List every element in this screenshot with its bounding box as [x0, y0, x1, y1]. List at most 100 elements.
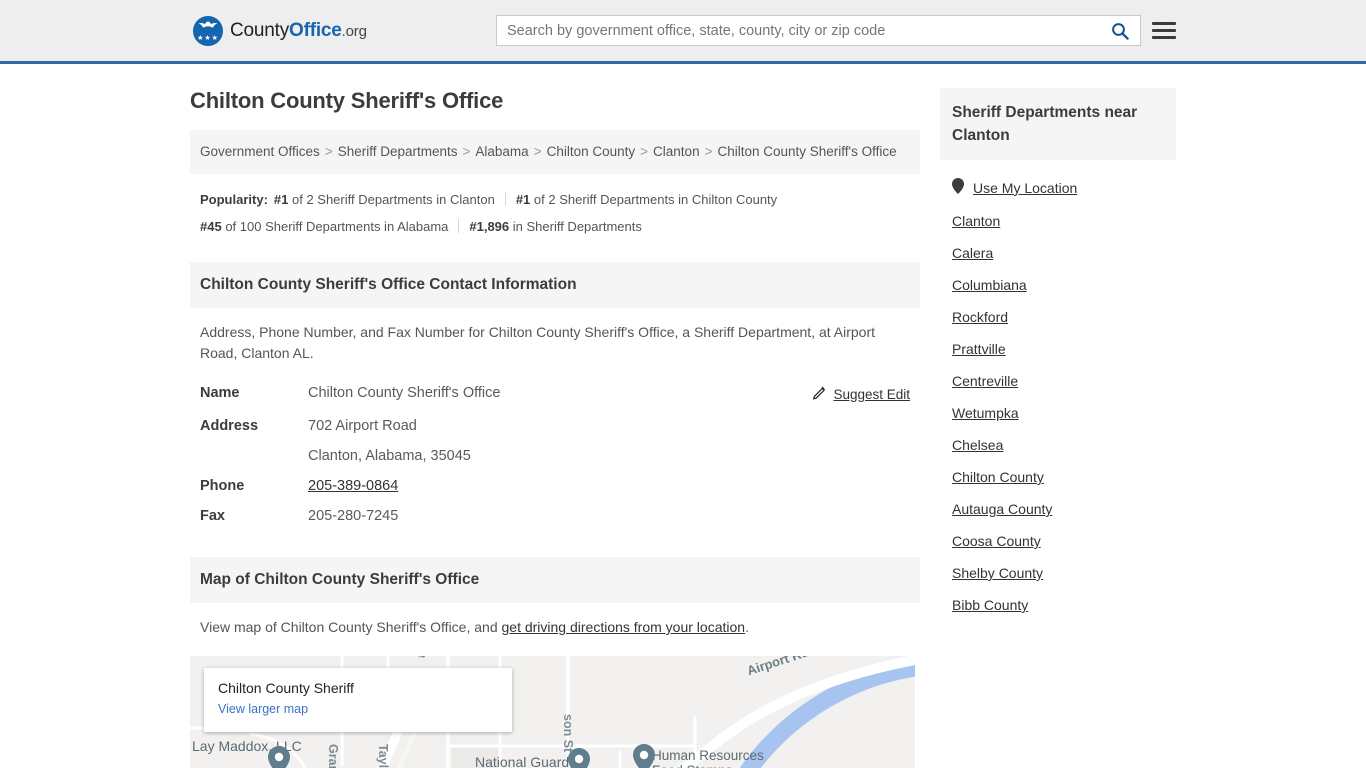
- hamburger-menu-icon[interactable]: [1152, 22, 1176, 39]
- sidebar-link[interactable]: Prattville: [952, 341, 1006, 357]
- info-window-title: Chilton County Sheriff: [218, 680, 354, 696]
- countyoffice-logo-icon: ★★★: [193, 15, 223, 46]
- table-row: Name Chilton County Sheriff's Office Sug…: [190, 378, 920, 411]
- map-pin[interactable]: [568, 748, 590, 768]
- contact-details-table: Name Chilton County Sheriff's Office Sug…: [190, 378, 920, 531]
- map-label-grant-st: Grant St: [326, 744, 340, 768]
- sidebar-list: Use My Location Clanton Calera Columbian…: [940, 160, 1176, 621]
- map-pin[interactable]: [268, 746, 290, 768]
- sidebar-link[interactable]: Coosa County: [952, 533, 1041, 549]
- popularity-label: Popularity:: [200, 192, 268, 207]
- popularity-section: Popularity: #1 of 2 Sheriff Departments i…: [190, 174, 920, 244]
- search-bar: [496, 15, 1141, 46]
- phone-link[interactable]: 205-389-0864: [308, 478, 398, 494]
- row-label-blank: [190, 441, 298, 471]
- sidebar-item-columbiana[interactable]: Columbiana: [940, 269, 1176, 301]
- sidebar-item-prattville[interactable]: Prattville: [940, 333, 1176, 365]
- popularity-rank: #1,896: [469, 219, 510, 234]
- hamburger-bar: [1152, 36, 1176, 39]
- sidebar-item-coosa-county[interactable]: Coosa County: [940, 525, 1176, 557]
- popularity-rank: #45: [200, 219, 222, 234]
- sidebar-link[interactable]: Calera: [952, 245, 993, 261]
- popularity-item-clanton: #1 of 2 Sheriff Departments in Clanton: [274, 192, 495, 207]
- breadcrumb-item-alabama[interactable]: Alabama: [475, 144, 528, 159]
- edit-pencil-icon: [812, 385, 827, 404]
- popularity-divider: [504, 192, 506, 206]
- hamburger-bar: [1152, 29, 1176, 32]
- use-my-location-link[interactable]: Use My Location: [973, 180, 1077, 196]
- breadcrumb-item-current[interactable]: Chilton County Sheriff's Office: [717, 144, 896, 159]
- breadcrumb-item-chilton-county[interactable]: Chilton County: [547, 144, 636, 159]
- sidebar-link[interactable]: Columbiana: [952, 277, 1027, 293]
- map-embed[interactable]: Chilton County Sheriff View larger map a…: [190, 656, 915, 768]
- view-larger-map-link[interactable]: View larger map: [218, 702, 308, 716]
- row-value-address-line1: 702 Airport Road: [308, 418, 417, 434]
- row-value-fax: 205-280-7245: [308, 508, 399, 524]
- sidebar-link[interactable]: Chelsea: [952, 437, 1003, 453]
- logo-wordmark: CountyOffice.org: [230, 20, 367, 42]
- stars-icon: ★★★: [197, 34, 219, 42]
- sidebar-link[interactable]: Rockford: [952, 309, 1008, 325]
- sidebar-item-chilton-county[interactable]: Chilton County: [940, 461, 1176, 493]
- map-label-human-resources-line1: Human Resources: [652, 748, 764, 763]
- empty-cell: [780, 441, 920, 471]
- breadcrumb-separator: >: [640, 144, 649, 159]
- map-pin[interactable]: [633, 744, 655, 768]
- suggest-edit-link[interactable]: Suggest Edit: [833, 387, 910, 402]
- search-button[interactable]: [1100, 16, 1140, 45]
- sidebar-item-clanton[interactable]: Clanton: [940, 205, 1176, 237]
- sidebar-link[interactable]: Autauga County: [952, 501, 1052, 517]
- table-row: Address 702 Airport Road: [190, 411, 920, 441]
- contact-section-heading: Chilton County Sheriff's Office Contact …: [190, 262, 920, 308]
- main-content: Chilton County Sheriff's Office Governme…: [190, 64, 920, 768]
- sidebar-link[interactable]: Wetumpka: [952, 405, 1019, 421]
- popularity-divider: [458, 219, 460, 233]
- map-label-partial-street: ar: [416, 656, 428, 658]
- breadcrumb-separator: >: [704, 144, 713, 159]
- breadcrumb-separator: >: [533, 144, 542, 159]
- popularity-item-overall: #1,896 in Sheriff Departments: [469, 219, 641, 234]
- sidebar-item-use-my-location[interactable]: Use My Location: [940, 170, 1176, 205]
- map-description: View map of Chilton County Sheriff's Off…: [190, 603, 920, 642]
- breadcrumb-separator: >: [324, 144, 333, 159]
- breadcrumb-separator: >: [462, 144, 471, 159]
- eagle-icon: [198, 21, 218, 28]
- sidebar-item-centreville[interactable]: Centreville: [940, 365, 1176, 397]
- sidebar-link[interactable]: Shelby County: [952, 565, 1043, 581]
- row-label-fax: Fax: [200, 508, 225, 524]
- sidebar-item-calera[interactable]: Calera: [940, 237, 1176, 269]
- page-body: Chilton County Sheriff's Office Governme…: [0, 64, 1366, 768]
- breadcrumb-item-clanton[interactable]: Clanton: [653, 144, 700, 159]
- empty-cell: [780, 471, 920, 501]
- sidebar-item-wetumpka[interactable]: Wetumpka: [940, 397, 1176, 429]
- sidebar-link[interactable]: Centreville: [952, 373, 1018, 389]
- empty-cell: [780, 411, 920, 441]
- hamburger-bar: [1152, 22, 1176, 25]
- breadcrumb-item-government-offices[interactable]: Government Offices: [200, 144, 320, 159]
- popularity-rank: #1: [273, 192, 289, 207]
- map-label-taylor-st: Taylor St: [376, 744, 390, 768]
- row-label-address: Address: [200, 418, 259, 434]
- popularity-text: in Sheriff Departments: [509, 219, 642, 234]
- logo-text-org: .org: [341, 22, 367, 40]
- map-label-human-resources: Human Resources Food Stamps: [652, 748, 764, 768]
- sidebar-item-rockford[interactable]: Rockford: [940, 301, 1176, 333]
- sidebar-item-autauga-county[interactable]: Autauga County: [940, 493, 1176, 525]
- sidebar-link[interactable]: Chilton County: [952, 469, 1044, 485]
- map-label-national-guard: National Guard: [475, 754, 570, 768]
- sidebar-link[interactable]: Clanton: [952, 213, 1000, 229]
- site-logo[interactable]: ★★★ CountyOffice.org: [193, 15, 367, 46]
- sidebar-item-bibb-county[interactable]: Bibb County: [940, 589, 1176, 621]
- row-value-address-line2: Clanton, Alabama, 35045: [308, 448, 471, 464]
- driving-directions-link[interactable]: get driving directions from your locatio…: [502, 619, 746, 635]
- sidebar: Sheriff Departments near Clanton Use My …: [940, 64, 1176, 768]
- table-row: Phone 205-389-0864: [190, 471, 920, 501]
- breadcrumb-item-sheriff-departments[interactable]: Sheriff Departments: [338, 144, 458, 159]
- sidebar-item-chelsea[interactable]: Chelsea: [940, 429, 1176, 461]
- sidebar-item-shelby-county[interactable]: Shelby County: [940, 557, 1176, 589]
- location-pin-icon: [952, 178, 964, 197]
- contact-description: Address, Phone Number, and Fax Number fo…: [200, 324, 876, 361]
- search-input[interactable]: [497, 16, 1100, 45]
- sidebar-link[interactable]: Bibb County: [952, 597, 1028, 613]
- map-info-window: Chilton County Sheriff View larger map: [204, 668, 512, 732]
